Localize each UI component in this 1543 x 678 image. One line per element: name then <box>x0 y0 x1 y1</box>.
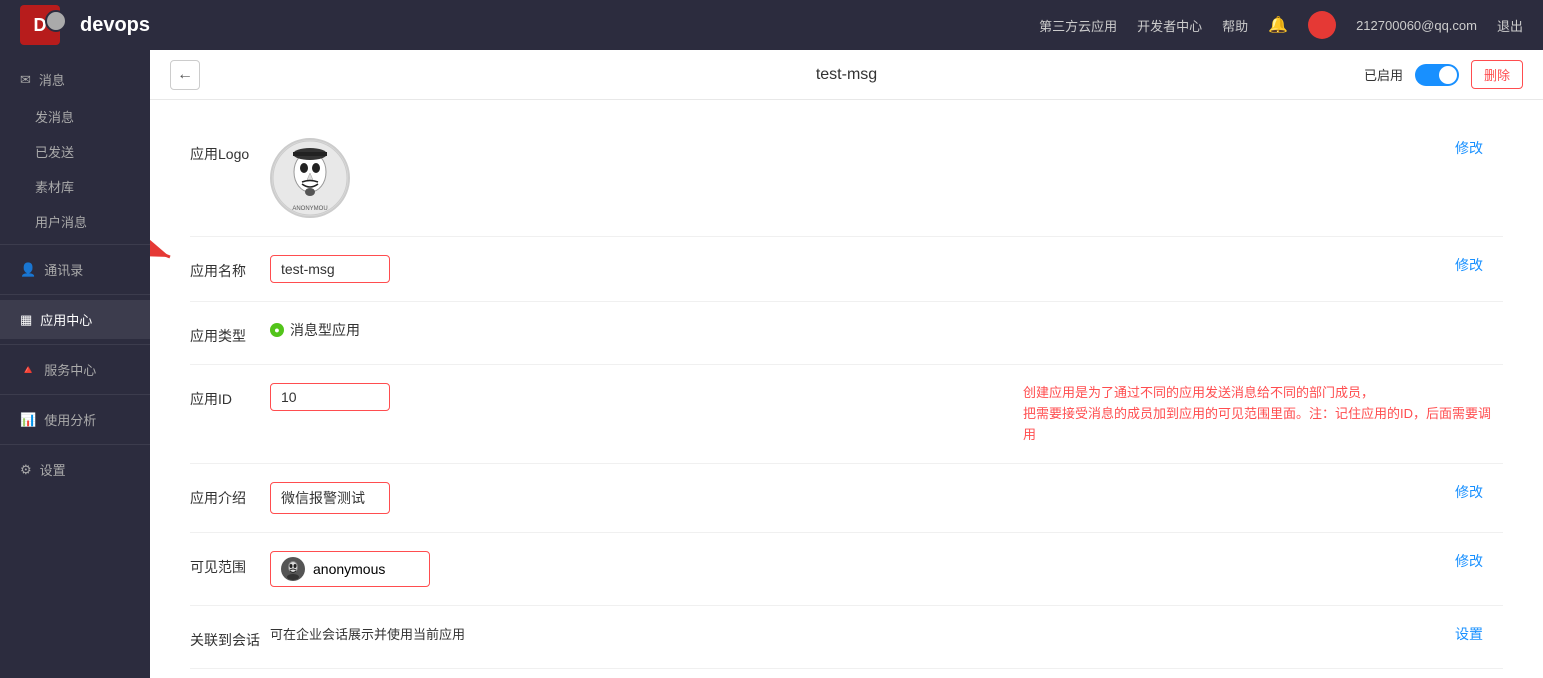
content-area: ← test-msg 已启用 删除 应用Logo <box>150 50 1543 678</box>
app-id-field: 10 <box>270 383 390 411</box>
form-row-scope: 可见范围 <box>190 533 1503 606</box>
app-type-badge: ● 消息型应用 <box>270 320 360 340</box>
sidebar-item-materials[interactable]: 素材库 <box>0 169 150 204</box>
name-value: test-msg <box>270 255 1455 283</box>
logo-label: 应用Logo <box>190 138 270 164</box>
sidebar-divider-4 <box>0 394 150 395</box>
scope-avatar-img <box>282 558 304 580</box>
message-icon: ✉ <box>20 72 31 88</box>
scope-value-box: anonymous <box>270 551 430 587</box>
sidebar: ✉ 消息 发消息 已发送 素材库 用户消息 👤 通讯录 ▦ 应用中心 🔺 服务中… <box>0 50 150 678</box>
sidebar-section-contacts[interactable]: 👤 通讯录 <box>0 250 150 289</box>
third-party-link[interactable]: 第三方云应用 <box>1039 16 1117 35</box>
svg-text:ANONYMOU: ANONYMOU <box>292 206 327 212</box>
scope-label: 可见范围 <box>190 551 270 577</box>
id-description: 创建应用是为了通过不同的应用发送消息给不同的部门成员， 把需要接受消息的成员加到… <box>1003 383 1503 445</box>
top-nav-right: 第三方云应用 开发者中心 帮助 🔔 212700060@qq.com 退出 <box>1039 11 1523 39</box>
delete-button[interactable]: 删除 <box>1471 60 1523 89</box>
form-row-chat: 关联到会话 可在企业会话展示并使用当前应用 设置 <box>190 606 1503 669</box>
chat-setting-link[interactable]: 设置 <box>1455 624 1503 644</box>
sidebar-service-label: 服务中心 <box>44 360 96 379</box>
chat-text: 可在企业会话展示并使用当前应用 <box>270 624 465 643</box>
sidebar-section-analytics[interactable]: 📊 使用分析 <box>0 400 150 439</box>
name-label: 应用名称 <box>190 255 270 281</box>
logout-link[interactable]: 退出 <box>1497 16 1523 35</box>
app-logo-area: D devops <box>20 5 150 45</box>
type-text: 消息型应用 <box>290 320 360 340</box>
page-header: ← test-msg 已启用 删除 <box>150 50 1543 100</box>
sidebar-app-center-label: 应用中心 <box>40 310 92 329</box>
user-email[interactable]: 212700060@qq.com <box>1356 18 1477 33</box>
sidebar-divider-1 <box>0 244 150 245</box>
sidebar-section-message[interactable]: ✉ 消息 <box>0 60 150 99</box>
dev-center-link[interactable]: 开发者中心 <box>1137 16 1202 35</box>
analytics-icon: 📊 <box>20 412 36 428</box>
scope-edit-link[interactable]: 修改 <box>1455 551 1503 571</box>
sidebar-section-settings[interactable]: ⚙ 设置 <box>0 450 150 489</box>
sidebar-settings-label: 设置 <box>40 460 66 479</box>
notification-bell-icon[interactable]: 🔔 <box>1268 15 1288 35</box>
form-row-id: 应用ID 10 创建应用是为了通过不同的应用发送消息给不同的部门成员， 把需要接… <box>190 365 1503 464</box>
sidebar-materials-label: 素材库 <box>35 177 74 196</box>
sidebar-item-sent[interactable]: 已发送 <box>0 134 150 169</box>
chat-value: 可在企业会话展示并使用当前应用 <box>270 624 1455 643</box>
app-logo-image: ANONYMOU <box>270 138 350 218</box>
name-edit-link[interactable]: 修改 <box>1455 255 1503 275</box>
app-name: devops <box>80 14 150 37</box>
enabled-label: 已启用 <box>1364 65 1403 84</box>
sidebar-contacts-label: 通讯录 <box>44 260 83 279</box>
form-row-domain: 可信域名 设置应用可信域名，可去除页面安全风险提示、OAuth2.0网页授权、微… <box>190 669 1503 678</box>
sidebar-item-user-message[interactable]: 用户消息 <box>0 204 150 239</box>
id-label: 应用ID <box>190 383 270 409</box>
app-name-field[interactable]: test-msg <box>270 255 390 283</box>
type-value: ● 消息型应用 <box>270 320 1503 340</box>
app-logo-container: ANONYMOU <box>270 138 350 218</box>
top-navigation: D devops 第三方云应用 开发者中心 帮助 🔔 212700060@qq.… <box>0 0 1543 50</box>
form-row-intro: 应用介绍 微信报警测试 修改 <box>190 464 1503 533</box>
form-row-name: 应用名称 test-msg 修改 <box>190 237 1503 302</box>
type-label: 应用类型 <box>190 320 270 346</box>
main-layout: ✉ 消息 发消息 已发送 素材库 用户消息 👤 通讯录 ▦ 应用中心 🔺 服务中… <box>0 50 1543 678</box>
sidebar-divider-5 <box>0 444 150 445</box>
sidebar-send-label: 发消息 <box>35 107 74 126</box>
sidebar-message-label: 消息 <box>39 70 65 89</box>
intro-value: 微信报警测试 <box>270 482 1455 514</box>
contacts-icon: 👤 <box>20 262 36 278</box>
scope-username: anonymous <box>313 561 385 577</box>
sidebar-user-message-label: 用户消息 <box>35 212 87 231</box>
id-desc-line1: 创建应用是为了通过不同的应用发送消息给不同的部门成员， <box>1023 383 1503 404</box>
sidebar-divider-2 <box>0 294 150 295</box>
help-link[interactable]: 帮助 <box>1222 16 1248 35</box>
id-desc-line2: 把需要接受消息的成员加到应用的可见范围里面。注：记住应用的ID，后面需要调用 <box>1023 404 1503 446</box>
intro-label: 应用介绍 <box>190 482 270 508</box>
page-title: test-msg <box>816 66 877 84</box>
intro-edit-link[interactable]: 修改 <box>1455 482 1503 502</box>
scope-value-container: anonymous <box>270 551 1455 587</box>
page-header-right: 已启用 删除 <box>1364 60 1523 89</box>
service-icon: 🔺 <box>20 362 36 378</box>
sidebar-item-send[interactable]: 发消息 <box>0 99 150 134</box>
form-row-logo: 应用Logo <box>190 120 1503 237</box>
anonymous-logo-svg: ANONYMOU <box>272 140 348 216</box>
settings-icon: ⚙ <box>20 462 32 478</box>
scope-user-avatar <box>281 557 305 581</box>
sidebar-sent-label: 已发送 <box>35 142 74 161</box>
id-value: 10 <box>270 383 1003 411</box>
sidebar-section-service[interactable]: 🔺 服务中心 <box>0 350 150 389</box>
logo-edit-link[interactable]: 修改 <box>1455 138 1503 158</box>
sidebar-analytics-label: 使用分析 <box>44 410 96 429</box>
back-button[interactable]: ← <box>170 60 200 90</box>
logo-value: ANONYMOU <box>270 138 1455 218</box>
sidebar-section-app-center[interactable]: ▦ 应用中心 <box>0 300 150 339</box>
enable-toggle[interactable] <box>1415 64 1459 86</box>
chat-label: 关联到会话 <box>190 624 270 650</box>
type-dot: ● <box>270 323 284 337</box>
form-content: 应用Logo <box>150 100 1543 678</box>
user-avatar <box>1308 11 1336 39</box>
sidebar-divider-3 <box>0 344 150 345</box>
form-row-type: 应用类型 ● 消息型应用 <box>190 302 1503 365</box>
app-center-icon: ▦ <box>20 312 32 328</box>
app-intro-field[interactable]: 微信报警测试 <box>270 482 390 514</box>
